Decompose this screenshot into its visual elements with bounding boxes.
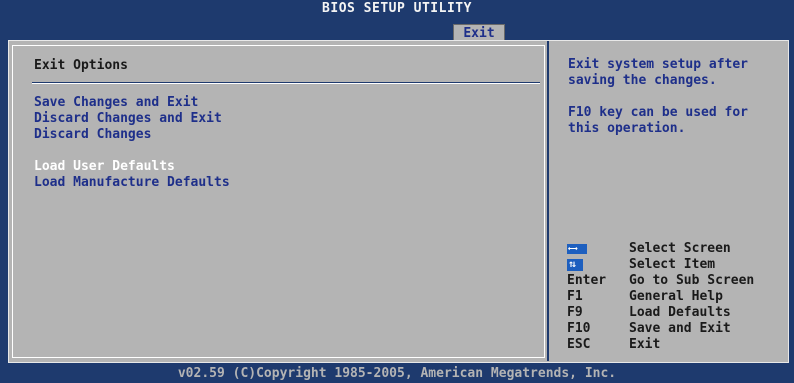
key-label: F9 — [567, 305, 583, 320]
key-label: Enter — [567, 273, 607, 288]
key-legend-row: Select Screen — [567, 241, 754, 257]
help-panel: Exit system setup after saving the chang… — [568, 57, 783, 153]
window-title: BIOS SETUP UTILITY — [322, 1, 472, 16]
key-action: Select Item — [629, 257, 716, 272]
key-label: F10 — [567, 321, 591, 336]
key-legend-row: F1 General Help — [567, 289, 754, 305]
key-legend: Select Screen Select Item Enter Go to Su… — [567, 241, 754, 353]
options-pane — [12, 45, 545, 358]
key-cell — [567, 241, 629, 257]
key-legend-row: Select Item — [567, 257, 754, 273]
menu-item-discard-changes[interactable]: Discard Changes — [34, 127, 230, 143]
key-legend-row: ESC Exit — [567, 337, 754, 353]
menu-item-save-changes-and-exit[interactable]: Save Changes and Exit — [34, 95, 230, 111]
key-label: ESC — [567, 337, 591, 352]
help-text-secondary: F10 key can be used for this operation. — [568, 105, 749, 136]
key-cell — [567, 257, 629, 273]
key-action: Go to Sub Screen — [629, 273, 755, 288]
tab-exit[interactable]: Exit — [453, 24, 505, 41]
menu-item-load-user-defaults[interactable]: Load User Defaults — [34, 159, 230, 175]
key-action: Load Defaults — [629, 305, 731, 320]
key-action: Select Screen — [629, 241, 731, 256]
left-right-arrows-icon — [567, 241, 587, 257]
pane-divider — [547, 41, 549, 361]
section-divider — [32, 82, 540, 84]
key-legend-row: F10 Save and Exit — [567, 321, 754, 337]
key-action: General Help — [629, 289, 723, 304]
key-action: Exit — [629, 337, 661, 352]
exit-options-menu: Save Changes and Exit Discard Changes an… — [34, 95, 230, 191]
key-label: F1 — [567, 289, 583, 304]
up-down-arrows-icon — [567, 257, 583, 273]
menu-item-load-manufacture-defaults[interactable]: Load Manufacture Defaults — [34, 175, 230, 191]
key-legend-row: Enter Go to Sub Screen — [567, 273, 754, 289]
key-legend-row: F9 Load Defaults — [567, 305, 754, 321]
copyright-footer: v02.59 (C)Copyright 1985-2005, American … — [177, 366, 617, 381]
section-title: Exit Options — [34, 58, 128, 73]
help-text-primary: Exit system setup after saving the chang… — [568, 57, 749, 88]
key-action: Save and Exit — [629, 321, 731, 336]
menu-item-discard-changes-and-exit[interactable]: Discard Changes and Exit — [34, 111, 230, 127]
